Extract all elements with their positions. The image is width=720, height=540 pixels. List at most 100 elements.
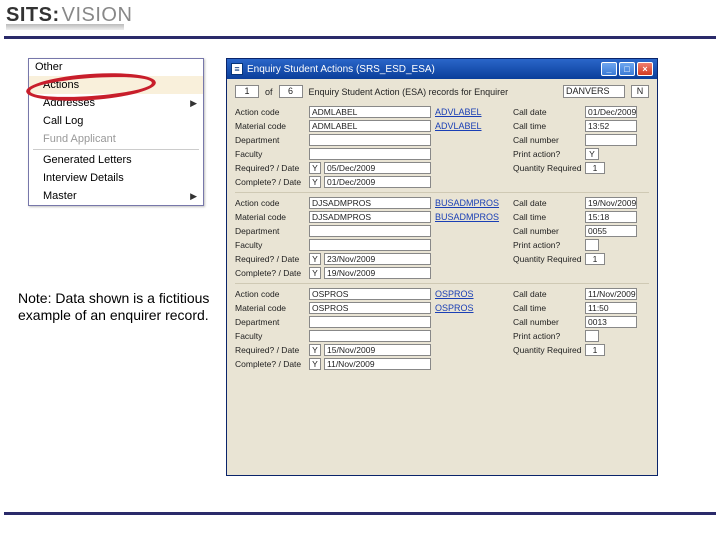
label-print: Print action?: [513, 149, 581, 159]
yn-field[interactable]: Y: [309, 176, 321, 188]
label-required: Required? / Date: [235, 163, 305, 173]
enquirer-init: N: [631, 85, 649, 98]
label-call-time: Call time: [513, 212, 581, 222]
enquirer-name: DANVERS: [563, 85, 625, 98]
label-dept: Department: [235, 135, 305, 145]
menu-item-actions[interactable]: Actions: [29, 76, 203, 94]
call-num-field[interactable]: [585, 134, 637, 146]
record-header: 1 of 6 Enquiry Student Action (ESA) reco…: [235, 85, 649, 98]
complete-sub: Y11/Nov/2009: [309, 358, 431, 370]
divider-bottom: [4, 512, 716, 515]
yn-field[interactable]: Y: [309, 267, 321, 279]
action-link[interactable]: OSPROS: [435, 289, 509, 299]
window-title: Enquiry Student Actions (SRS_ESD_ESA): [247, 64, 599, 75]
dept-field[interactable]: [309, 316, 431, 328]
menu-item-call-log[interactable]: Call Log: [29, 112, 203, 130]
menu-item-generated-letters[interactable]: Generated Letters: [29, 151, 203, 169]
submenu-arrow-icon: ▶: [190, 98, 197, 109]
submenu-arrow-icon: ▶: [190, 191, 197, 202]
call-date-field[interactable]: 01/Dec/2009: [585, 106, 637, 118]
qty-field[interactable]: 1: [585, 253, 605, 265]
window-icon: ≡: [231, 63, 243, 75]
call-date-field[interactable]: 19/Nov/2009: [585, 197, 637, 209]
date-field[interactable]: 05/Dec/2009: [324, 162, 431, 174]
label-call-time: Call time: [513, 121, 581, 131]
label-action: Action code: [235, 107, 305, 117]
note-text: Note: Data shown is a fictitious example…: [18, 290, 224, 324]
call-time-field[interactable]: 13:52: [585, 120, 637, 132]
label-complete: Complete? / Date: [235, 359, 305, 369]
faculty-field[interactable]: [309, 239, 431, 251]
menu-item-interview-details[interactable]: Interview Details: [29, 169, 203, 187]
qty-field[interactable]: 1: [585, 162, 605, 174]
label-faculty: Faculty: [235, 331, 305, 341]
faculty-field[interactable]: [309, 148, 431, 160]
label-qty: Quantity Required: [513, 163, 581, 173]
dept-field[interactable]: [309, 225, 431, 237]
close-button[interactable]: ×: [637, 62, 653, 76]
action-code-field[interactable]: DJSADMPROS: [309, 197, 431, 209]
label-call-date: Call date: [513, 198, 581, 208]
complete-sub: Y01/Dec/2009: [309, 176, 431, 188]
required-sub: Y05/Dec/2009: [309, 162, 431, 174]
action-link[interactable]: BUSADMPROS: [435, 198, 509, 208]
action-link[interactable]: ADVLABEL: [435, 107, 509, 117]
action-code-field[interactable]: OSPROS: [309, 288, 431, 300]
material-link[interactable]: ADVLABEL: [435, 121, 509, 131]
label-call-num: Call number: [513, 226, 581, 236]
call-time-field[interactable]: 11:50: [585, 302, 637, 314]
date-field[interactable]: 01/Dec/2009: [324, 176, 431, 188]
menu-separator: [33, 149, 199, 150]
label-call-num: Call number: [513, 317, 581, 327]
menu-item-master[interactable]: Master▶: [29, 187, 203, 205]
maximize-button[interactable]: □: [619, 62, 635, 76]
record-pos[interactable]: 1: [235, 85, 259, 98]
call-time-field[interactable]: 15:18: [585, 211, 637, 223]
divider-top: [4, 36, 716, 39]
action-code-field[interactable]: ADMLABEL: [309, 106, 431, 118]
logo-part1: SITS:: [6, 4, 60, 26]
material-link[interactable]: OSPROS: [435, 303, 509, 313]
title-bar[interactable]: ≡ Enquiry Student Actions (SRS_ESD_ESA) …: [227, 59, 657, 79]
material-link[interactable]: BUSADMPROS: [435, 212, 509, 222]
material-code-field[interactable]: DJSADMPROS: [309, 211, 431, 223]
label-dept: Department: [235, 317, 305, 327]
label-print: Print action?: [513, 240, 581, 250]
label-material: Material code: [235, 212, 305, 222]
print-field[interactable]: [585, 330, 599, 342]
context-menu: Other ActionsAddresses▶ Call Log Fund Appl…: [28, 58, 204, 206]
label-call-time: Call time: [513, 303, 581, 313]
menu-item-addresses[interactable]: Addresses▶: [29, 94, 203, 112]
faculty-field[interactable]: [309, 330, 431, 342]
yn-field[interactable]: Y: [309, 162, 321, 174]
menu-item-label: Interview Details: [43, 172, 124, 184]
dept-field[interactable]: [309, 134, 431, 146]
call-date-field[interactable]: 11/Nov/2009: [585, 288, 637, 300]
yn-field[interactable]: Y: [309, 253, 321, 265]
minimize-button[interactable]: _: [601, 62, 617, 76]
date-field[interactable]: 19/Nov/2009: [324, 267, 431, 279]
date-field[interactable]: 23/Nov/2009: [324, 253, 431, 265]
call-num-field[interactable]: 0013: [585, 316, 637, 328]
yn-field[interactable]: Y: [309, 358, 321, 370]
label-complete: Complete? / Date: [235, 177, 305, 187]
label-complete: Complete? / Date: [235, 268, 305, 278]
label-action: Action code: [235, 198, 305, 208]
yn-field[interactable]: Y: [309, 344, 321, 356]
date-field[interactable]: 15/Nov/2009: [324, 344, 431, 356]
menu-item-fund-applicant[interactable]: Fund Applicant: [29, 130, 203, 148]
logo-shadow: [6, 24, 124, 30]
label-print: Print action?: [513, 331, 581, 341]
label-material: Material code: [235, 303, 305, 313]
menu-header: Other: [29, 59, 203, 76]
print-field[interactable]: [585, 239, 599, 251]
date-field[interactable]: 11/Nov/2009: [324, 358, 431, 370]
call-num-field[interactable]: 0055: [585, 225, 637, 237]
label-action: Action code: [235, 289, 305, 299]
qty-field[interactable]: 1: [585, 344, 605, 356]
print-field[interactable]: Y: [585, 148, 599, 160]
menu-item-label: Call Log: [43, 115, 83, 127]
material-code-field[interactable]: ADMLABEL: [309, 120, 431, 132]
material-code-field[interactable]: OSPROS: [309, 302, 431, 314]
label-required: Required? / Date: [235, 254, 305, 264]
